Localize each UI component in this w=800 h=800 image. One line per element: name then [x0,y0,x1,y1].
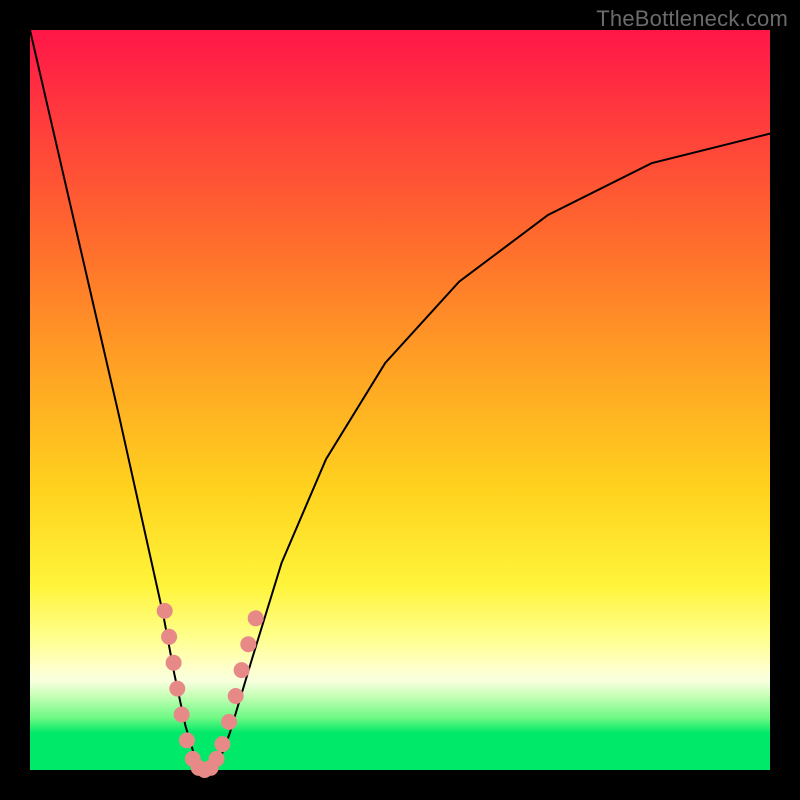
data-marker [228,688,244,704]
chart-frame: TheBottleneck.com [0,0,800,800]
chart-svg [30,30,770,770]
bottleneck-curve [30,30,770,770]
data-marker [234,662,250,678]
data-marker [248,610,264,626]
data-marker [179,732,195,748]
data-marker [169,681,185,697]
data-marker [214,736,230,752]
data-marker [209,751,225,767]
watermark-text: TheBottleneck.com [596,6,788,32]
data-marker [221,714,237,730]
data-marker [157,603,173,619]
data-marker [161,629,177,645]
data-marker [174,707,190,723]
data-markers [157,603,264,778]
plot-area [30,30,770,770]
data-marker [240,636,256,652]
data-marker [166,655,182,671]
